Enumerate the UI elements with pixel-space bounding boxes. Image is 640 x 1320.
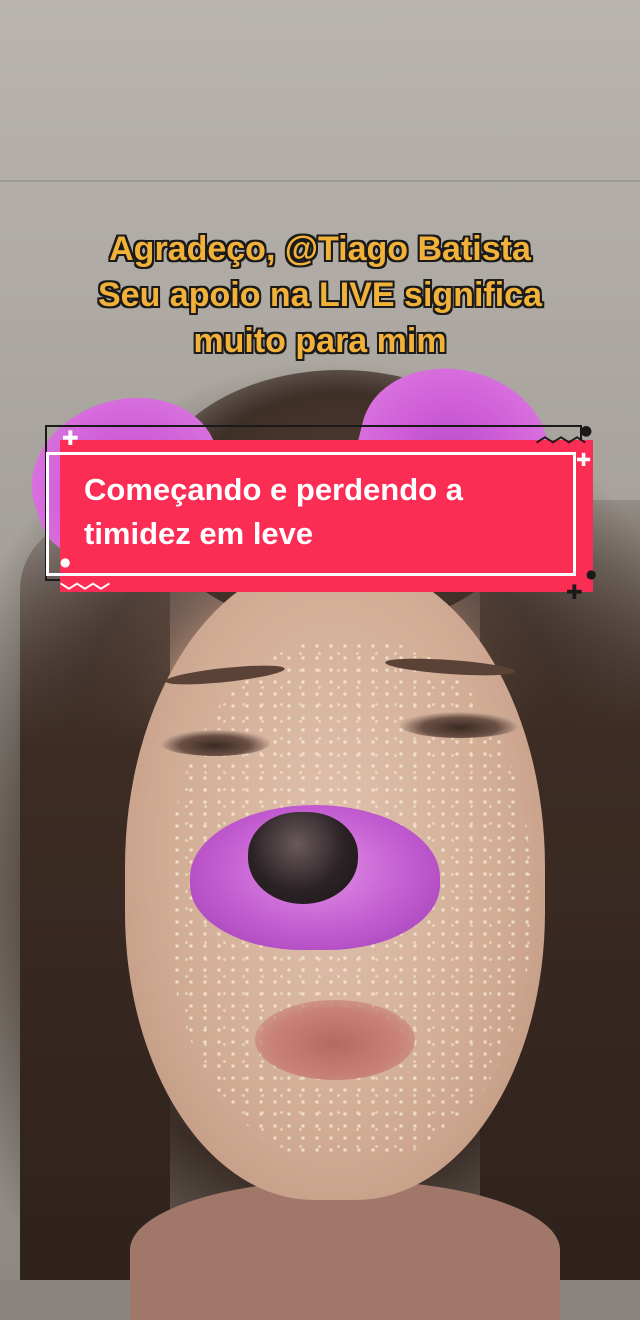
- background-wall: [0, 180, 640, 182]
- person-mouth: [255, 1000, 415, 1080]
- plus-deco-icon: ✚: [576, 450, 592, 471]
- zigzag-deco-icon: ︿︿︿: [536, 426, 586, 447]
- dot-deco-icon: ●: [60, 555, 71, 569]
- caption-line: Agradeço, @Tiago Batista: [109, 230, 531, 268]
- zigzag-deco-icon: ﹀﹀﹀: [60, 582, 110, 603]
- caption-line: Seu apoio na LIVE significa: [98, 276, 542, 314]
- thanks-caption: Agradeço, @Tiago Batista Seu apoio na LI…: [0, 226, 640, 364]
- right-eye: [400, 712, 520, 738]
- left-eye: [160, 730, 270, 756]
- title-card-line: timidez em leve: [84, 516, 314, 551]
- caption-line: muito para mim: [193, 322, 447, 360]
- filter-dog-nose: [248, 812, 358, 904]
- plus-deco-icon: ✚: [566, 580, 583, 604]
- title-card-text: Começando e perdendo a timidez em leve: [84, 468, 564, 556]
- plus-deco-icon: ✚: [62, 426, 79, 450]
- title-card-line: Começando e perdendo a: [84, 472, 463, 507]
- dot-deco-icon: ●: [586, 567, 597, 581]
- person-shoulder: [130, 1180, 560, 1320]
- dot-deco-icon: ●: [580, 423, 593, 439]
